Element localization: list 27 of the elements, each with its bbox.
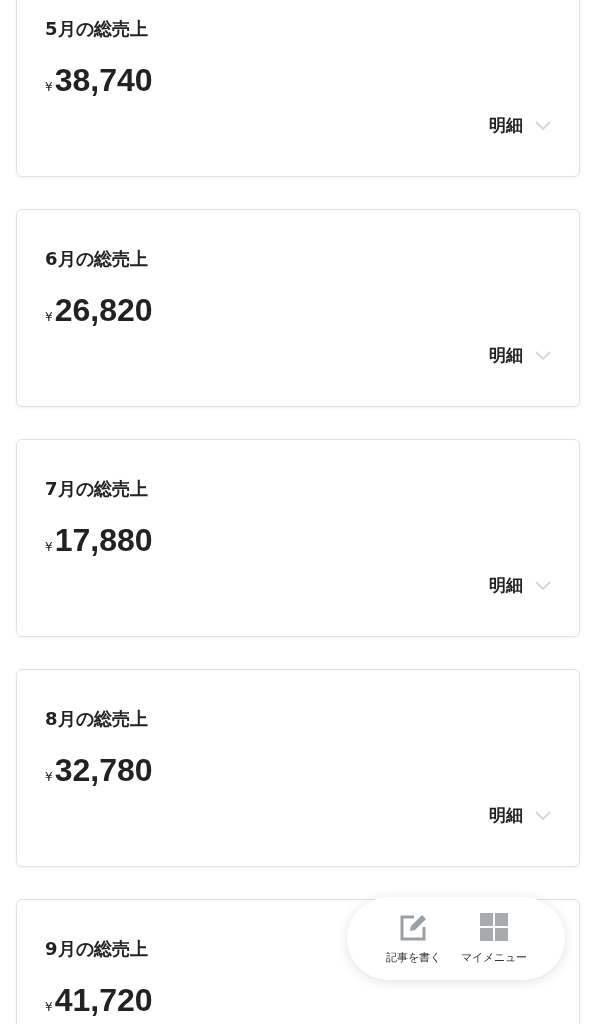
sales-amount: 26,820 [54,292,153,328]
menu-shortcut[interactable]: 記事を書く [385,912,441,965]
chevron-down-icon [535,120,551,131]
currency-symbol: ¥ [45,310,53,324]
card-title: 8月の総売上 [45,707,148,731]
sales-amount: 17,880 [54,522,153,558]
chevron-down-icon [535,350,551,361]
sales-amount: 32,780 [54,752,153,788]
currency-symbol: ¥ [45,770,53,784]
details-toggle[interactable]: 明細 [489,574,551,597]
chevron-down-icon [535,580,551,591]
details-toggle[interactable]: 明細 [489,344,551,367]
card-title: 5月の総売上 [45,17,148,41]
currency-symbol: ¥ [45,540,53,554]
grid-icon [478,912,509,942]
card-title: 7月の総売上 [45,477,148,501]
currency-symbol: ¥ [45,1000,53,1014]
card-title: 6月の総売上 [45,247,148,271]
menu-shortcut[interactable]: マイメニュー [460,912,527,965]
currency-symbol: ¥ [45,80,53,94]
details-toggle[interactable]: 明細 [489,114,551,137]
card-title: 9月の総売上 [45,937,148,961]
pencil-edit-icon [398,912,428,942]
sales-amount: 41,720 [54,982,153,1018]
sales-amount: 38,740 [54,62,153,98]
chevron-down-icon [535,810,551,821]
details-toggle[interactable]: 明細 [489,804,551,827]
